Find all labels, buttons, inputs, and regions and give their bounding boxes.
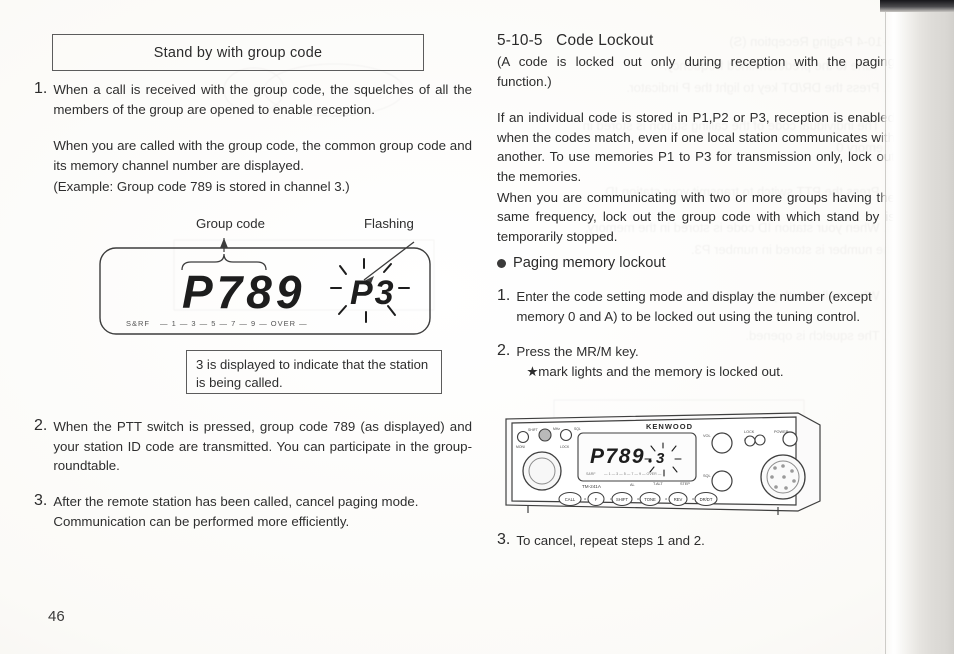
paragraph: When you are called with the group code,… — [53, 138, 472, 173]
svg-text:SHIFT: SHIFT — [528, 428, 538, 432]
list-item-number: 2. — [497, 342, 511, 360]
paragraph: After the remote station has been called… — [53, 493, 419, 509]
svg-text:AL: AL — [630, 483, 635, 487]
dim-button — [754, 434, 766, 446]
shift-knob — [538, 428, 552, 442]
list-item: 3. After the remote station has been cal… — [34, 492, 472, 532]
section-title: Code Lockout — [556, 32, 654, 49]
paragraph: When a call is received with the group c… — [53, 82, 472, 117]
section-subtitle: (A code is locked out only during recept… — [497, 54, 895, 89]
lcd-figure: Group code Flashing P789 P3 S&RF — 1 — 3… — [96, 216, 452, 346]
transceiver-figure: KENWOOD P789 3 S&RF — 1 — 3 — 5 — 7 — 9 … — [498, 405, 828, 520]
lock-knob — [559, 428, 573, 442]
svg-text:MONI: MONI — [516, 445, 525, 449]
svg-text:SHIFT: SHIFT — [616, 497, 629, 502]
lcd-main-digits: P789 — [182, 266, 305, 318]
svg-text:SQL: SQL — [703, 474, 711, 478]
svg-text:STEP: STEP — [680, 482, 690, 486]
moni-knob — [516, 430, 530, 444]
paragraph: Press the MR/M key. — [516, 344, 639, 360]
list-item-number: 1. — [34, 80, 48, 97]
smeter-scale: — 1 — 3 — 5 — 7 — 9 — OVER — — [160, 319, 308, 328]
svg-text:CALL: CALL — [565, 497, 576, 502]
list-item: 2. When the PTT switch is pressed, group… — [34, 417, 472, 476]
transceiver-drawing: KENWOOD P789 3 S&RF — 1 — 3 — 5 — 7 — 9 … — [505, 412, 821, 515]
heading-box-text: Stand by with group code — [153, 44, 323, 61]
section-heading: 5-10-5 Code Lockout — [497, 32, 895, 50]
radio-lcd-digits: P789 — [590, 445, 645, 468]
paragraph: Enter the code setting mode and display … — [516, 289, 872, 324]
model-label: TM-241A — [582, 484, 602, 489]
caption-box: 3 is displayed to indicate that the stat… — [186, 350, 442, 394]
list-item: 2. Press the MR/M key. ★mark lights and … — [497, 342, 895, 381]
radio-lcd-memory: 3 — [656, 450, 665, 467]
paragraph: When the PTT switch is pressed, group co… — [53, 419, 472, 474]
svg-text:S&RF: S&RF — [586, 472, 596, 476]
figure-label-flashing: Flashing — [364, 216, 414, 231]
svg-text:— 1 — 3 — 5 — 7 — 9 — OVER —: — 1 — 3 — 5 — 7 — 9 — OVER — — [604, 472, 662, 476]
svg-text:LOCK: LOCK — [560, 445, 570, 449]
svg-text:TONE: TONE — [644, 497, 656, 502]
figure-label-group-code: Group code — [196, 216, 265, 231]
brand-label: KENWOOD — [646, 422, 693, 431]
list-item-number: 2. — [34, 417, 48, 434]
list-item: 1. When a call is received with the grou… — [34, 80, 472, 197]
heading-box: Stand by with group code — [52, 34, 424, 71]
page-number: 46 — [48, 608, 65, 625]
svg-text:DR/DT: DR/DT — [700, 497, 713, 502]
lcd-panel-drawing: P789 P3 S&RF — 1 — 3 — 5 — 7 — 9 — OVER … — [99, 238, 431, 335]
svg-text:SQL: SQL — [574, 427, 581, 431]
lcd-dot-icon — [648, 459, 652, 463]
list-item-number: 1. — [497, 287, 511, 304]
paragraph-example: (Example: Group code 789 is stored in ch… — [53, 179, 350, 195]
bullet-heading: Paging memory lockout — [497, 255, 895, 271]
paragraph-note: ★mark lights and the memory is locked ou… — [526, 363, 784, 379]
smeter-label: S&RF — [126, 319, 150, 328]
power-button — [782, 431, 798, 447]
paragraph: To cancel, repeat steps 1 and 2. — [516, 533, 705, 548]
vol-knob — [711, 432, 733, 454]
svg-text:VOL: VOL — [703, 434, 711, 438]
svg-text:MHz: MHz — [553, 427, 560, 431]
svg-text:F: F — [595, 497, 598, 502]
bullet-dot-icon — [497, 258, 506, 268]
list-item-number: 3. — [497, 531, 511, 548]
paragraph: Communication can be performed more effi… — [53, 514, 350, 530]
list-item: 1. Enter the code setting mode and displ… — [497, 287, 895, 326]
paragraph: When you are communicating with two or m… — [497, 189, 895, 244]
list-item-number: 3. — [34, 491, 48, 509]
lock-dim-button — [744, 435, 756, 447]
svg-text:REV: REV — [674, 497, 683, 502]
section-number: 5-10-5 — [497, 32, 543, 49]
paragraph: If an individual code is stored in P1,P2… — [497, 110, 895, 184]
caption-box-text: 3 is displayed to indicate that the stat… — [196, 357, 429, 390]
sql-knob — [711, 470, 733, 492]
list-item: 3. To cancel, repeat steps 1 and 2. — [497, 531, 895, 551]
svg-text:LOCK: LOCK — [744, 430, 755, 434]
bullet-heading-text: Paging memory lockout — [513, 255, 666, 271]
svg-text:T.ALT: T.ALT — [653, 482, 663, 486]
